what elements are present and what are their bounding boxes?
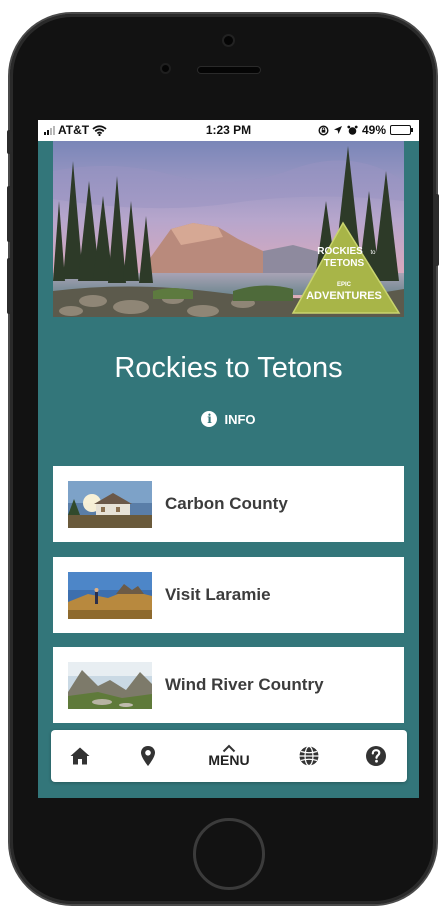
proximity-sensor xyxy=(162,65,169,72)
page-title: Rockies to Tetons xyxy=(114,352,343,384)
list-item-wind-river-country[interactable]: Wind River Country xyxy=(53,647,404,723)
card-label: Visit Laramie xyxy=(165,585,271,604)
list-item-visit-laramie[interactable]: Visit Laramie xyxy=(53,557,404,633)
globe-icon xyxy=(299,745,319,767)
svg-text:TETONS: TETONS xyxy=(324,258,365,269)
mountain-lake-photo: ROCKIES to TETONS EPIC ADVENTURES xyxy=(53,141,404,317)
earpiece-speaker xyxy=(198,67,260,73)
help-icon xyxy=(366,746,386,766)
volume-down-button xyxy=(7,258,12,314)
volume-up-button xyxy=(7,186,12,242)
carbon-county-thumbnail xyxy=(68,480,152,528)
home-hardware-button[interactable] xyxy=(193,818,265,890)
location-arrow-icon xyxy=(333,126,342,134)
app-screen: AT&T 1:23 PM 49% ROCKIES to TETONS EPIC … xyxy=(38,120,419,798)
bottom-nav-bar: MENU xyxy=(51,730,407,782)
battery-percentage: 49% xyxy=(361,123,386,137)
power-button xyxy=(434,194,439,266)
list-item-carbon-county[interactable]: Carbon County xyxy=(53,466,404,542)
visit-laramie-thumbnail xyxy=(68,571,152,619)
screen-lock-icon xyxy=(318,124,329,136)
nav-menu-button[interactable]: MENU xyxy=(201,730,257,782)
battery-icon xyxy=(390,125,413,135)
info-icon: i xyxy=(201,411,218,427)
home-icon xyxy=(70,747,90,765)
status-right: 49% xyxy=(318,123,413,137)
card-label: Wind River Country xyxy=(165,675,324,694)
nav-home-button[interactable] xyxy=(63,730,97,782)
info-button[interactable]: i INFO xyxy=(38,411,419,427)
wind-river-country-thumbnail xyxy=(68,661,152,709)
mute-switch xyxy=(7,130,12,154)
svg-text:to: to xyxy=(370,250,376,256)
map-pin-icon xyxy=(141,746,155,766)
front-camera xyxy=(224,36,233,45)
card-label: Carbon County xyxy=(165,494,288,513)
svg-text:EPIC: EPIC xyxy=(337,282,352,288)
svg-text:ADVENTURES: ADVENTURES xyxy=(306,290,382,302)
menu-label: MENU xyxy=(208,752,250,768)
svg-text:ROCKIES: ROCKIES xyxy=(317,246,363,257)
hero-banner: ROCKIES to TETONS EPIC ADVENTURES xyxy=(53,141,404,317)
nav-globe-button[interactable] xyxy=(292,730,326,782)
info-label: INFO xyxy=(224,411,256,427)
alarm-clock-icon xyxy=(347,125,358,135)
status-bar: AT&T 1:23 PM 49% xyxy=(38,120,419,141)
nav-help-button[interactable] xyxy=(359,730,393,782)
nav-map-button[interactable] xyxy=(131,730,165,782)
